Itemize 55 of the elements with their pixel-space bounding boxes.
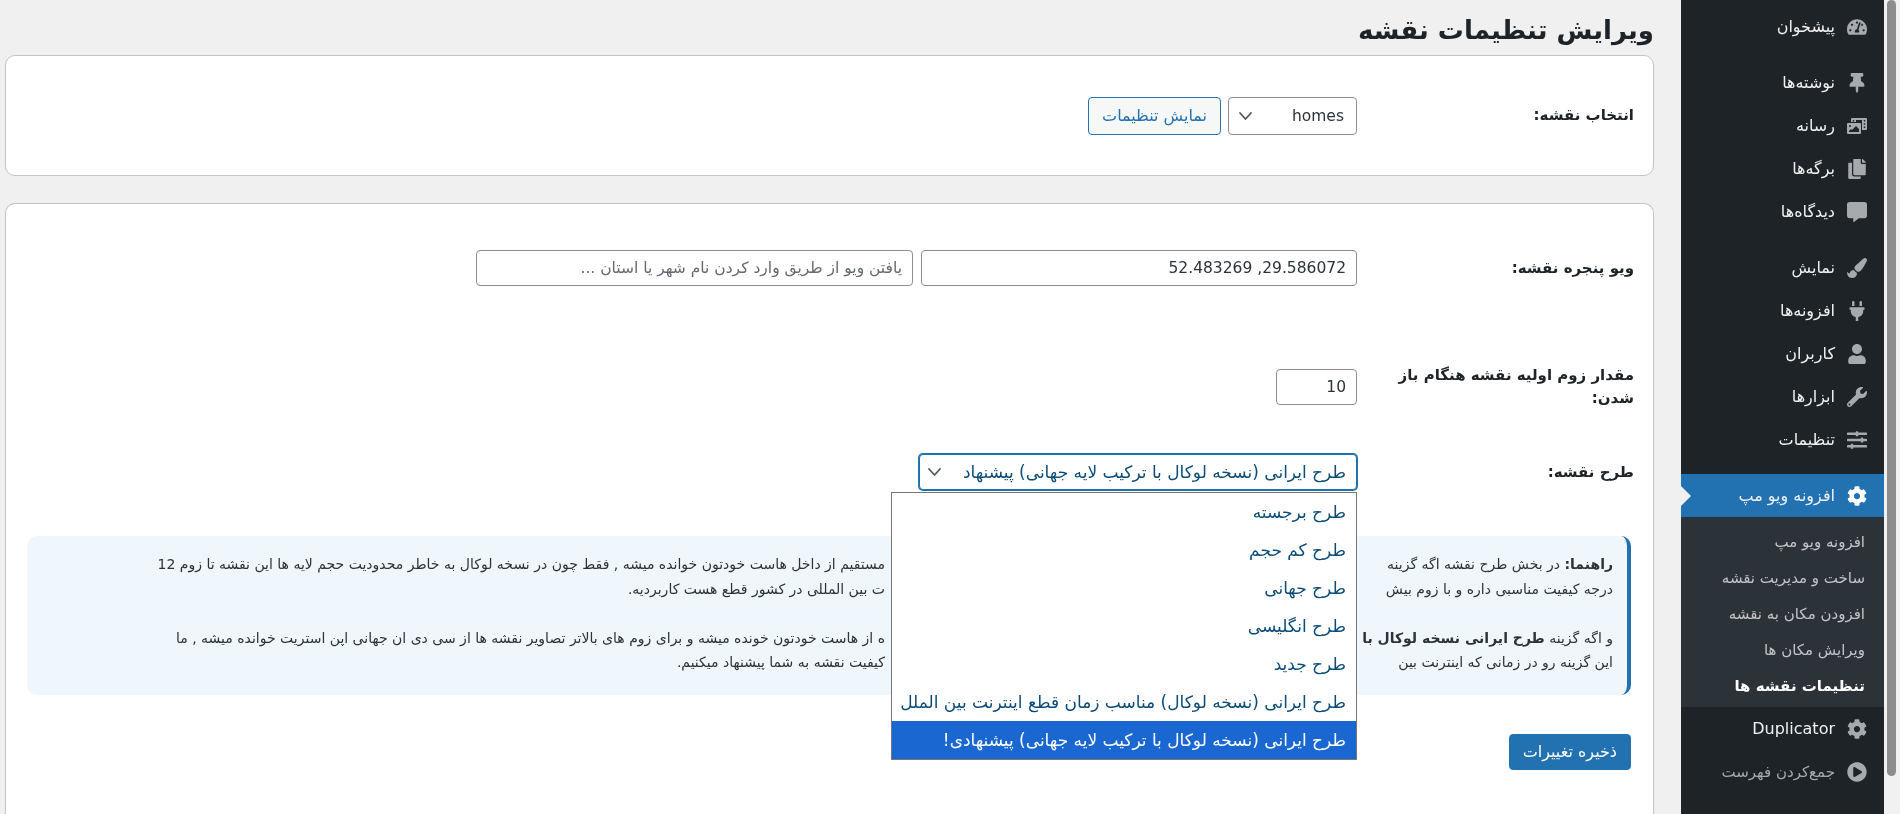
submenu-item[interactable]: افزونه ویو مپ — [1681, 524, 1884, 560]
speech-bubble-icon — [1847, 201, 1867, 222]
pin-icon — [1847, 72, 1867, 93]
submenu-item[interactable]: ویرایش مکان ها — [1681, 632, 1884, 668]
field-label: انتخاب نقشه: — [1532, 105, 1634, 126]
field-label: ویو پنجره نقشه: — [1510, 257, 1634, 280]
menu-item[interactable]: کاربران — [1681, 332, 1884, 375]
menu-item[interactable]: دیدگاه‌ها — [1681, 190, 1884, 233]
photo-video-icon — [1847, 115, 1867, 136]
scrollbar-thumb[interactable] — [1887, 0, 1896, 776]
show-settings-button[interactable]: نمایش تنظیمات — [1088, 96, 1221, 135]
menu-item[interactable]: نوشته‌ها — [1681, 61, 1884, 104]
wrench-icon — [1847, 386, 1867, 407]
dropdown-option[interactable]: طرح ایرانی (نسخه لوکال با ترکیب لایه جهانی) پیشنهادی! — [892, 721, 1356, 759]
notice-text: ت بین المللی در کشور قطع هست کاربردیه. — [627, 579, 885, 600]
menu-item[interactable]: افزونه ویو مپ — [1681, 474, 1884, 517]
plug-icon — [1847, 300, 1867, 321]
menu-item[interactable]: Duplicator — [1681, 707, 1884, 750]
search-input[interactable]: یافتن ویو از طریق وارد کردن نام شهر یا استان ... — [476, 250, 913, 286]
menu-item[interactable]: تنظیمات — [1681, 418, 1884, 461]
triangle-icon — [1681, 485, 1691, 506]
menu-item[interactable]: پیشخوان — [1681, 5, 1884, 48]
save-button[interactable]: ذخیره تغییرات — [1508, 733, 1631, 770]
notice-text: این گزینه رو در زمانی که اینترنت بین — [1398, 653, 1613, 673]
field-label: طرح نقشه: — [1546, 461, 1634, 483]
person-icon — [1847, 343, 1867, 364]
menu-item[interactable]: ابزارها — [1681, 375, 1884, 418]
style-select[interactable]: طرح ایرانی (نسخه لوکال با ترکیب لایه جهانی) پیشنهاد — [919, 454, 1357, 490]
notice-text: و اگه گزینه طرح ایرانی نسخه لوکال با — [1362, 628, 1613, 649]
gauge-icon — [1847, 16, 1867, 37]
coordinates-input[interactable]: 29.586072, 52.483269 — [921, 250, 1357, 286]
notice-text: ه از هاست خودتون خونده میشه و برای زوم های بالاتر تصاویر نقشه ها از سی دی ان جهانی اپن استریت خوانده میشه , ما — [175, 628, 885, 649]
sliders-icon — [1847, 429, 1867, 450]
page-title: ویرایش تنظیمات نقشه — [1358, 14, 1654, 47]
chevron-down-icon — [1239, 111, 1252, 120]
collapse-menu-button[interactable]: جمع‌کردن فهرست — [1681, 750, 1884, 793]
zoom-input[interactable]: 10 — [1276, 369, 1357, 405]
menu-item[interactable]: رسانه — [1681, 104, 1884, 147]
map-select[interactable]: homes — [1228, 96, 1357, 135]
paintbrush-icon — [1847, 257, 1867, 278]
gear-icon — [1847, 485, 1867, 506]
notice-text: کیفیت نقشه به شما پیشنهاد میکنیم. — [676, 653, 885, 673]
submenu-item[interactable]: تنظیمات نقشه ها — [1681, 668, 1884, 704]
gear-icon — [1847, 718, 1867, 739]
chevron-down-icon — [928, 468, 941, 476]
submenu-item[interactable]: افزودن مکان به نقشه — [1681, 596, 1884, 632]
submenu-item[interactable]: ساخت و مدیریت نقشه — [1681, 560, 1884, 596]
menu-item[interactable]: برگه‌ها — [1681, 147, 1884, 190]
menu-item[interactable]: افزونه‌ها — [1681, 289, 1884, 332]
notice-text: مستقیم از داخل هاست خودتون خوانده میشه , فقط چون در نسخه لوکال به خاطر محدودیت حجم لایه ها این نقشه تا زوم 12 — [157, 555, 885, 575]
notice-text: راهنما: در بخش طرح نقشه اگه گزینه — [1387, 555, 1613, 575]
field-label: مقدار زوم اولیه نقشه هنگام باز شدن: — [1397, 365, 1634, 409]
documents-icon — [1847, 158, 1867, 179]
notice-text: درجه کیفیت مناسبی داره و با زوم بیش — [1385, 579, 1613, 600]
menu-item[interactable]: نمایش — [1681, 246, 1884, 289]
